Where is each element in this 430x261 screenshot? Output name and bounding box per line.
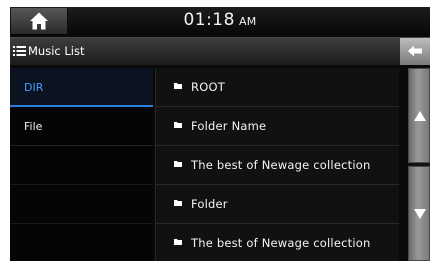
tab-dir-label: DIR xyxy=(24,81,44,94)
folder-list: ROOT Folder Name The best of Newage coll… xyxy=(155,68,399,261)
list-item[interactable]: Folder xyxy=(156,185,399,224)
status-bar: 01:18 AM xyxy=(10,7,430,35)
tab-empty xyxy=(10,185,153,224)
list-item-label: ROOT xyxy=(191,80,225,94)
list-item-label: The best of Newage collection xyxy=(191,158,371,172)
page-title: Music List xyxy=(28,44,85,58)
music-list-screen: 01:18 AM Music List DIR File ROOT Folder… xyxy=(10,7,430,261)
folder-icon xyxy=(174,161,182,167)
scroll-down-icon xyxy=(414,209,426,219)
folder-icon xyxy=(174,200,182,206)
folder-icon xyxy=(174,83,182,89)
folder-icon xyxy=(174,122,182,128)
list-item[interactable]: The best of Newage collection xyxy=(156,146,399,185)
list-item[interactable]: ROOT xyxy=(156,68,399,107)
list-icon xyxy=(13,46,26,56)
list-item[interactable]: Folder Name xyxy=(156,107,399,146)
tab-file-label: File xyxy=(24,120,43,133)
list-item-label: Folder xyxy=(191,197,228,211)
back-arrow-icon xyxy=(408,45,422,57)
scroll-down-button[interactable] xyxy=(408,166,430,261)
clock-ampm: AM xyxy=(238,15,257,28)
tab-empty xyxy=(10,146,153,185)
list-item-label: The best of Newage collection xyxy=(191,236,371,250)
tab-dir[interactable]: DIR xyxy=(10,68,153,107)
clock: 01:18 AM xyxy=(10,10,430,30)
tab-file[interactable]: File xyxy=(10,107,153,146)
list-item-label: Folder Name xyxy=(191,119,267,133)
tab-empty xyxy=(10,224,153,261)
title-bar: Music List xyxy=(10,37,430,65)
folder-icon xyxy=(174,239,182,245)
list-item[interactable]: The best of Newage collection xyxy=(156,224,399,261)
scroll-up-button[interactable] xyxy=(408,68,430,163)
back-button[interactable] xyxy=(400,38,430,65)
scroll-controls xyxy=(408,68,430,261)
scroll-up-icon xyxy=(414,111,426,121)
category-tabs: DIR File xyxy=(10,68,153,261)
clock-time: 01:18 xyxy=(183,10,235,30)
